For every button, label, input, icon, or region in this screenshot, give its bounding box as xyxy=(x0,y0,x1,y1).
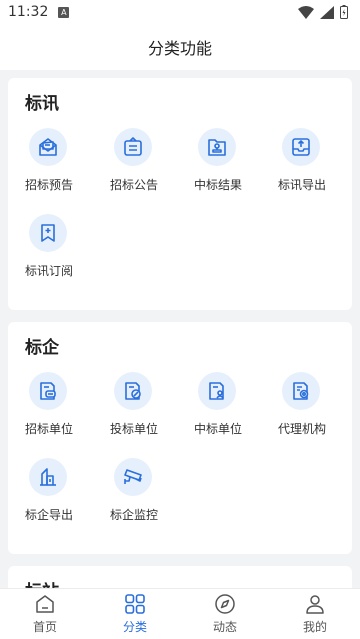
tab-dynamics[interactable]: 动态 xyxy=(180,589,270,639)
compass-icon xyxy=(215,594,235,614)
category-list[interactable]: 标讯 招标预告 招标公告 中标结果 标讯导出 标讯订阅 标企 招标单位 投标单位… xyxy=(0,70,360,588)
item-label: 标讯订阅 xyxy=(25,264,74,278)
item-label: 招标单位 xyxy=(25,422,74,436)
doc-user-icon xyxy=(198,372,236,410)
item-enterprise-export[interactable]: 标企导出 xyxy=(8,458,94,544)
section-title: 标讯 xyxy=(25,94,59,114)
section-title: 标企 xyxy=(25,338,59,358)
tab-mine[interactable]: 我的 xyxy=(270,589,360,639)
tab-home[interactable]: 首页 xyxy=(0,589,90,639)
item-tendering-unit[interactable]: 招标单位 xyxy=(8,372,94,458)
item-label: 招标公告 xyxy=(110,178,159,192)
item-label: 投标单位 xyxy=(110,422,159,436)
grid-icon xyxy=(125,594,145,614)
home-icon xyxy=(36,595,54,613)
camera-icon xyxy=(114,458,152,496)
notification-a-icon: A xyxy=(58,6,70,18)
bottom-tab-bar: 首页 分类 动态 我的 xyxy=(0,588,360,639)
buildings-icon xyxy=(29,458,67,496)
tab-label: 分类 xyxy=(122,620,147,634)
tab-category[interactable]: 分类 xyxy=(90,589,180,639)
item-enterprise-monitor[interactable]: 标企监控 xyxy=(94,458,180,544)
stamp-folder-icon xyxy=(198,128,236,166)
section-card-tender-info: 标讯 招标预告 招标公告 中标结果 标讯导出 标讯订阅 xyxy=(8,78,352,310)
tab-label: 动态 xyxy=(212,620,237,634)
item-winning-unit[interactable]: 中标单位 xyxy=(180,372,266,458)
item-tender-subscribe[interactable]: 标讯订阅 xyxy=(8,214,94,300)
signal-icon xyxy=(320,5,334,19)
doc-pen-icon xyxy=(114,372,152,410)
status-bar: 11:32 A xyxy=(0,0,360,24)
item-label: 中标结果 xyxy=(194,178,243,192)
doc-chat-icon xyxy=(29,372,67,410)
header: 分类功能 xyxy=(0,24,360,70)
item-label: 标企监控 xyxy=(110,508,159,522)
item-label: 标讯导出 xyxy=(278,178,327,192)
notice-board-icon xyxy=(114,128,152,166)
item-label: 招标预告 xyxy=(25,178,74,192)
item-bid-notice[interactable]: 招标公告 xyxy=(94,128,180,214)
doc-gear-icon xyxy=(282,372,320,410)
item-bid-preview[interactable]: 招标预告 xyxy=(8,128,94,214)
page-title: 分类功能 xyxy=(147,39,212,58)
battery-icon xyxy=(340,5,348,19)
user-icon xyxy=(306,595,324,614)
item-label: 中标单位 xyxy=(194,422,243,436)
item-award-result[interactable]: 中标结果 xyxy=(180,128,266,214)
tab-label: 我的 xyxy=(302,620,327,634)
item-bidding-unit[interactable]: 投标单位 xyxy=(94,372,180,458)
item-agency[interactable]: 代理机构 xyxy=(266,372,352,458)
item-tender-export[interactable]: 标讯导出 xyxy=(266,128,352,214)
wifi-icon xyxy=(298,5,314,19)
tab-label: 首页 xyxy=(32,620,57,634)
export-tray-icon xyxy=(282,128,320,166)
status-time: 11:32 xyxy=(8,4,49,20)
bookmark-plus-icon xyxy=(29,214,67,252)
item-label: 代理机构 xyxy=(278,422,327,436)
item-label: 标企导出 xyxy=(25,508,74,522)
section-title: 标站 xyxy=(8,580,352,588)
section-card-sites: 标站 xyxy=(8,566,352,588)
section-card-enterprises: 标企 招标单位 投标单位 中标单位 代理机构 标企导出 标企监控 xyxy=(8,322,352,554)
mail-open-icon xyxy=(29,128,67,166)
